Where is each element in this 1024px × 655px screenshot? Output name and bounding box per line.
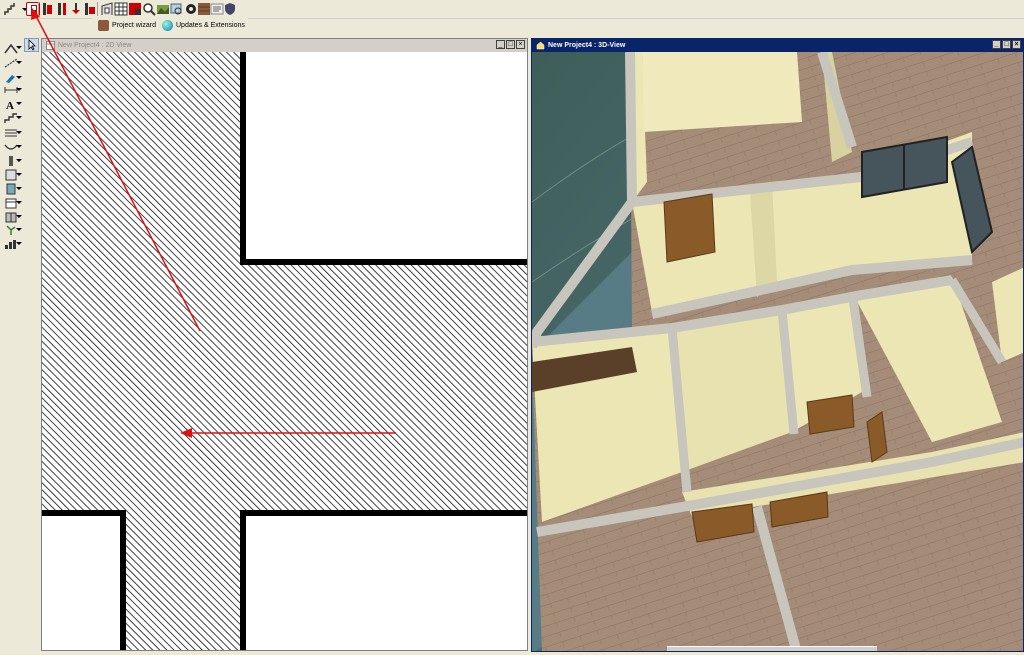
toolbar-separator [97, 2, 98, 16]
skylight-icon[interactable] [83, 2, 97, 16]
room-bottom-right [243, 513, 527, 650]
chevron-down-icon[interactable] [16, 186, 22, 192]
close-button[interactable]: × [1012, 40, 1021, 49]
plan-view-window: New Project4 : 2D View _ □ × [41, 38, 528, 651]
column-icon[interactable] [55, 2, 69, 16]
chevron-down-icon[interactable] [16, 115, 22, 121]
plan-canvas[interactable] [42, 52, 527, 650]
chevron-down-icon[interactable] [16, 227, 22, 233]
updates-extensions-label: Updates & Extensions [176, 21, 245, 29]
svg-text:A: A [6, 100, 14, 110]
3d-view-window: New Project4 : 3D-View _ □ × [531, 38, 1024, 652]
maximize-button[interactable]: □ [1002, 40, 1011, 49]
door [663, 193, 716, 263]
chevron-down-icon[interactable] [18, 2, 28, 16]
stairs-icon[interactable] [4, 2, 18, 16]
chevron-down-icon[interactable] [16, 45, 22, 51]
links-bar: Project wizard Updates & Extensions [92, 17, 248, 33]
chevron-down-icon[interactable] [16, 144, 22, 150]
plan-view-title: New Project4 : 2D View [58, 42, 132, 49]
chevron-down-icon[interactable] [16, 130, 22, 136]
magnify-icon[interactable] [170, 2, 184, 16]
render-icon[interactable] [210, 2, 224, 16]
wall-opening-icon[interactable] [69, 2, 83, 16]
chevron-down-icon[interactable] [16, 87, 22, 93]
stairs-icon[interactable] [100, 2, 114, 16]
toolbar-separator [38, 2, 39, 16]
project-wizard-link[interactable]: Project wizard [98, 19, 156, 31]
texture-icon[interactable] [128, 2, 142, 16]
project-wizard-label: Project wizard [112, 21, 156, 29]
chevron-down-icon[interactable] [16, 214, 22, 220]
chevron-down-icon[interactable] [16, 158, 22, 164]
minimize-button[interactable]: _ [496, 40, 505, 49]
minimize-button[interactable]: _ [992, 40, 1001, 49]
door-icon[interactable] [41, 2, 55, 16]
shield-icon[interactable] [223, 2, 237, 16]
close-button[interactable]: × [516, 40, 525, 49]
house-icon [98, 19, 109, 31]
updates-extensions-link[interactable]: Updates & Extensions [162, 19, 245, 31]
gear-icon[interactable] [184, 2, 198, 16]
chevron-down-icon[interactable] [16, 241, 22, 247]
chevron-down-icon[interactable] [16, 200, 22, 206]
select-tool-button[interactable] [24, 38, 39, 52]
room-top-right [244, 52, 527, 261]
chevron-down-icon[interactable] [16, 101, 22, 107]
material-icon[interactable] [197, 2, 211, 16]
magnify-icon[interactable] [142, 2, 156, 16]
grid-icon[interactable] [114, 2, 128, 16]
plan-view-titlebar: New Project4 : 2D View _ □ × [42, 39, 527, 52]
3d-view-title: New Project4 : 3D-View [548, 42, 626, 49]
globe-icon [162, 19, 173, 31]
3d-canvas[interactable] [532, 52, 1023, 651]
3d-window-icon [536, 41, 545, 50]
door [806, 394, 855, 435]
maximize-button[interactable]: □ [506, 40, 515, 49]
room-bottom-left [42, 513, 123, 650]
chevron-down-icon[interactable] [16, 60, 22, 66]
chevron-down-icon[interactable] [16, 75, 22, 81]
chevron-down-icon[interactable] [16, 172, 22, 178]
wall [642, 52, 802, 132]
plan-window-icon [46, 41, 55, 50]
photo-icon[interactable] [156, 2, 170, 16]
3d-view-scroll-handle[interactable] [667, 646, 877, 651]
3d-view-titlebar: New Project4 : 3D-View _ □ × [532, 39, 1023, 52]
